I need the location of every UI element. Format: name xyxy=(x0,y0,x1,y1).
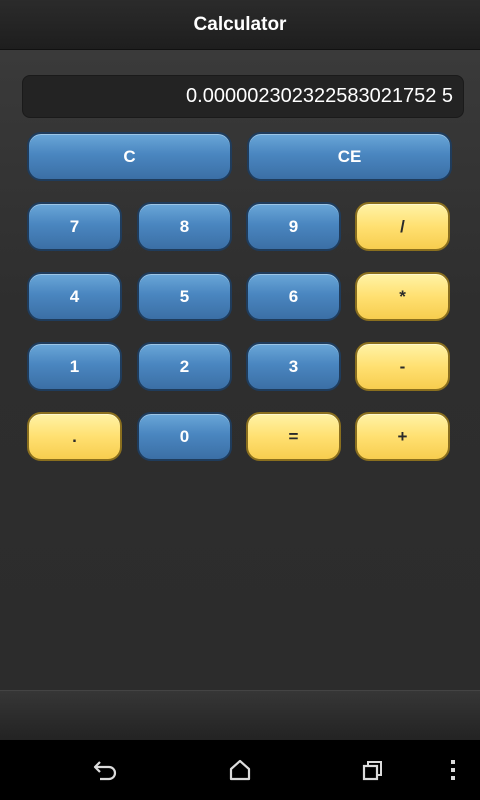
equals-button[interactable]: = xyxy=(246,412,341,461)
digit-8-button[interactable]: 8 xyxy=(137,202,232,251)
add-button[interactable]: + xyxy=(355,412,450,461)
digit-7-button[interactable]: 7 xyxy=(27,202,122,251)
navigation-bar xyxy=(0,740,480,800)
digit-5-button[interactable]: 5 xyxy=(137,272,232,321)
display-value: 0.000002302322583021752 5 xyxy=(186,85,453,107)
multiply-button[interactable]: * xyxy=(355,272,450,321)
back-icon[interactable] xyxy=(88,754,124,786)
divide-button[interactable]: / xyxy=(355,202,450,251)
app-title: Calculator xyxy=(193,13,287,35)
title-bar: Calculator xyxy=(0,0,480,50)
digit-1-button[interactable]: 1 xyxy=(27,342,122,391)
overflow-menu-icon[interactable] xyxy=(436,754,470,786)
clear-button[interactable]: C xyxy=(27,132,232,181)
clear-entry-button[interactable]: CE xyxy=(247,132,452,181)
result-display: 0.000002302322583021752 5 xyxy=(22,75,464,118)
digit-2-button[interactable]: 2 xyxy=(137,342,232,391)
recent-apps-icon[interactable] xyxy=(355,754,391,786)
calculator-body: 0.000002302322583021752 5 C CE 7 8 9 / 4… xyxy=(0,50,480,690)
digit-3-button[interactable]: 3 xyxy=(246,342,341,391)
digit-0-button[interactable]: 0 xyxy=(137,412,232,461)
home-icon[interactable] xyxy=(222,754,258,786)
bottom-strip xyxy=(0,690,480,740)
decimal-button[interactable]: . xyxy=(27,412,122,461)
digit-6-button[interactable]: 6 xyxy=(246,272,341,321)
subtract-button[interactable]: - xyxy=(355,342,450,391)
digit-9-button[interactable]: 9 xyxy=(246,202,341,251)
digit-4-button[interactable]: 4 xyxy=(27,272,122,321)
